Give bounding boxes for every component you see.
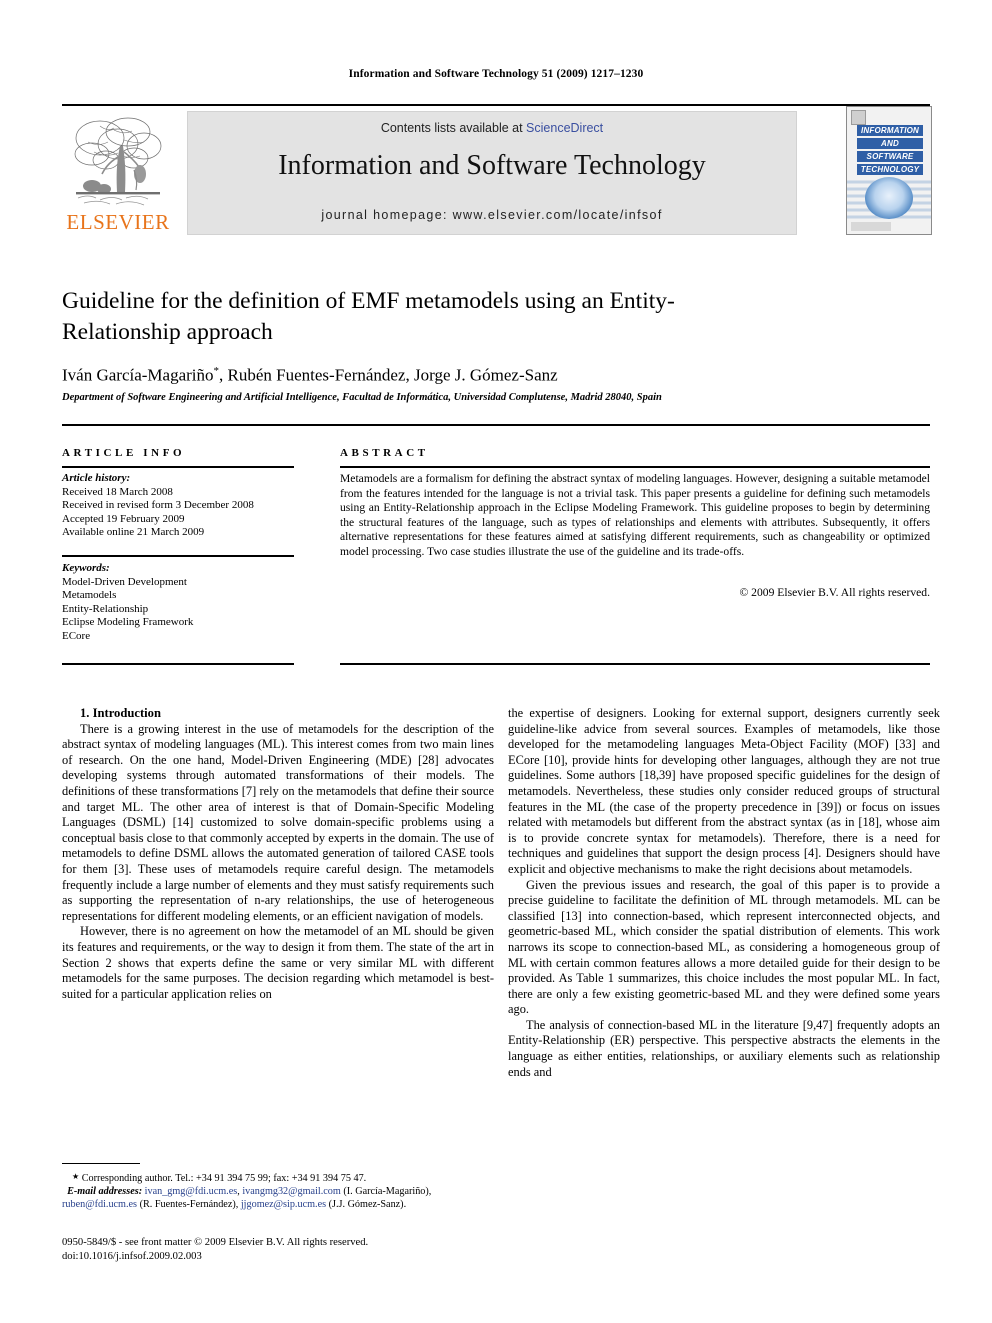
author-list: Iván García-Magariño*, Rubén Fuentes-Fer… — [62, 365, 822, 386]
keyword-item: Model-Driven Development — [62, 575, 187, 588]
contents-prefix: Contents lists available at — [380, 121, 527, 135]
masthead-top-rule — [62, 104, 930, 106]
keyword-item: Eclipse Modeling Framework — [62, 616, 194, 629]
cover-band-line-1: INFORMATION — [857, 125, 923, 136]
footnote-rule — [62, 1163, 140, 1165]
abstract-bottom-rule — [340, 663, 930, 665]
body-column-right: the expertise of designers. Looking for … — [508, 706, 940, 1080]
cover-band-line-4: TECHNOLOGY — [857, 164, 923, 175]
email-owner: (R. Fuentes-Fernández) — [139, 1199, 236, 1210]
history-item: Received 18 March 2008 — [62, 485, 173, 498]
section-heading-introduction: 1. Introduction — [80, 706, 161, 720]
cover-band-line-2: AND — [857, 138, 923, 149]
journal-banner: Contents lists available at ScienceDirec… — [187, 111, 797, 235]
journal-article-page: Information and Software Technology 51 (… — [0, 0, 992, 1323]
paragraph: The analysis of connection-based ML in t… — [508, 1017, 940, 1079]
email-addresses-line: E-mail addresses: ivan_gmg@fdi.ucm.es, i… — [62, 1186, 432, 1210]
elsevier-tree-icon — [70, 112, 166, 208]
journal-masthead: ELSEVIER Contents lists available at Sci… — [62, 104, 932, 235]
email-link[interactable]: ruben@fdi.ucm.es — [62, 1199, 137, 1210]
email-owner: (I. García-Magariño) — [343, 1186, 429, 1197]
keyword-item: ECore — [62, 629, 91, 642]
article-info-heading: ARTICLE INFO — [62, 447, 186, 459]
keyword-item: Entity-Relationship — [62, 602, 149, 615]
history-item: Accepted 19 February 2009 — [62, 512, 185, 525]
elsevier-wordmark: ELSEVIER — [66, 210, 170, 234]
history-item: Available online 21 March 2009 — [62, 526, 205, 539]
page-title: Guideline for the definition of EMF meta… — [62, 288, 675, 345]
email-owner: (J.J. Gómez-Sanz) — [328, 1199, 404, 1210]
corresponding-author-note: ★ Corresponding author. Tel.: +34 91 394… — [62, 1170, 494, 1185]
footnote-block: ★ Corresponding author. Tel.: +34 91 394… — [62, 1170, 494, 1211]
paragraph: the expertise of designers. Looking for … — [508, 706, 940, 876]
paragraph: Given the previous issues and research, … — [508, 877, 940, 1017]
affiliation: Department of Software Engineering and A… — [62, 392, 662, 403]
article-info-bottom-rule — [62, 663, 294, 665]
keywords-label: Keywords: — [62, 562, 110, 574]
keywords-block: Keywords: Model-Driven Development Metam… — [62, 562, 302, 644]
issn-line: 0950-5849/$ - see front matter © 2009 El… — [62, 1237, 369, 1248]
keyword-item: Metamodels — [62, 589, 117, 602]
abstract-heading: ABSTRACT — [340, 447, 429, 459]
article-info-heading-rule — [62, 466, 294, 468]
cover-sphere-graphic — [865, 177, 913, 219]
running-head: Information and Software Technology 51 (… — [348, 68, 644, 80]
cover-footer-mark — [851, 222, 891, 231]
paragraph: There is a growing interest in the use o… — [62, 721, 494, 923]
history-item: Received in revised form 3 December 2008 — [62, 499, 254, 512]
journal-cover-thumbnail: INFORMATION AND SOFTWARE TECHNOLOGY — [846, 106, 932, 235]
paragraph: However, there is no agreement on how th… — [62, 924, 494, 1001]
email-link[interactable]: ivan_gmg@fdi.ucm.es — [145, 1186, 238, 1197]
article-history-label: Article history: — [62, 472, 131, 484]
article-history-block: Article history: Received 18 March 2008 … — [62, 472, 302, 540]
email-link[interactable]: ivangmg32@gmail.com — [242, 1186, 341, 1197]
doi-line[interactable]: doi:10.1016/j.infsof.2009.02.003 — [62, 1250, 562, 1264]
info-block-top-rule — [62, 424, 930, 426]
contents-availability-line: Contents lists available at ScienceDirec… — [188, 121, 796, 135]
body-column-left: 1. Introduction There is a growing inter… — [62, 706, 494, 1002]
author-first: Iván García-Magariño — [62, 365, 214, 385]
email-link[interactable]: jjgomez@sip.ucm.es — [241, 1199, 326, 1210]
asterisk-icon: ★ — [72, 1172, 80, 1181]
author-rest: , Rubén Fuentes-Fernández, Jorge J. Góme… — [219, 365, 558, 385]
cover-publisher-mark-icon — [851, 110, 866, 125]
journal-title: Information and Software Technology — [278, 150, 706, 181]
elsevier-logo: ELSEVIER — [62, 110, 174, 234]
sciencedirect-link[interactable]: ScienceDirect — [526, 121, 603, 135]
abstract-heading-rule — [340, 466, 930, 468]
abstract-text: Metamodels are a formalism for defining … — [340, 472, 930, 558]
imprint-block: 0950-5849/$ - see front matter © 2009 El… — [62, 1236, 562, 1263]
keywords-separator-rule — [62, 555, 294, 557]
abstract-copyright: © 2009 Elsevier B.V. All rights reserved… — [739, 586, 930, 599]
journal-homepage-link[interactable]: journal homepage: www.elsevier.com/locat… — [188, 208, 796, 222]
corresponding-author-text: Corresponding author. Tel.: +34 91 394 7… — [81, 1173, 367, 1184]
email-addresses-label: E-mail addresses: — [67, 1186, 143, 1197]
cover-band-line-3: SOFTWARE — [857, 151, 923, 162]
